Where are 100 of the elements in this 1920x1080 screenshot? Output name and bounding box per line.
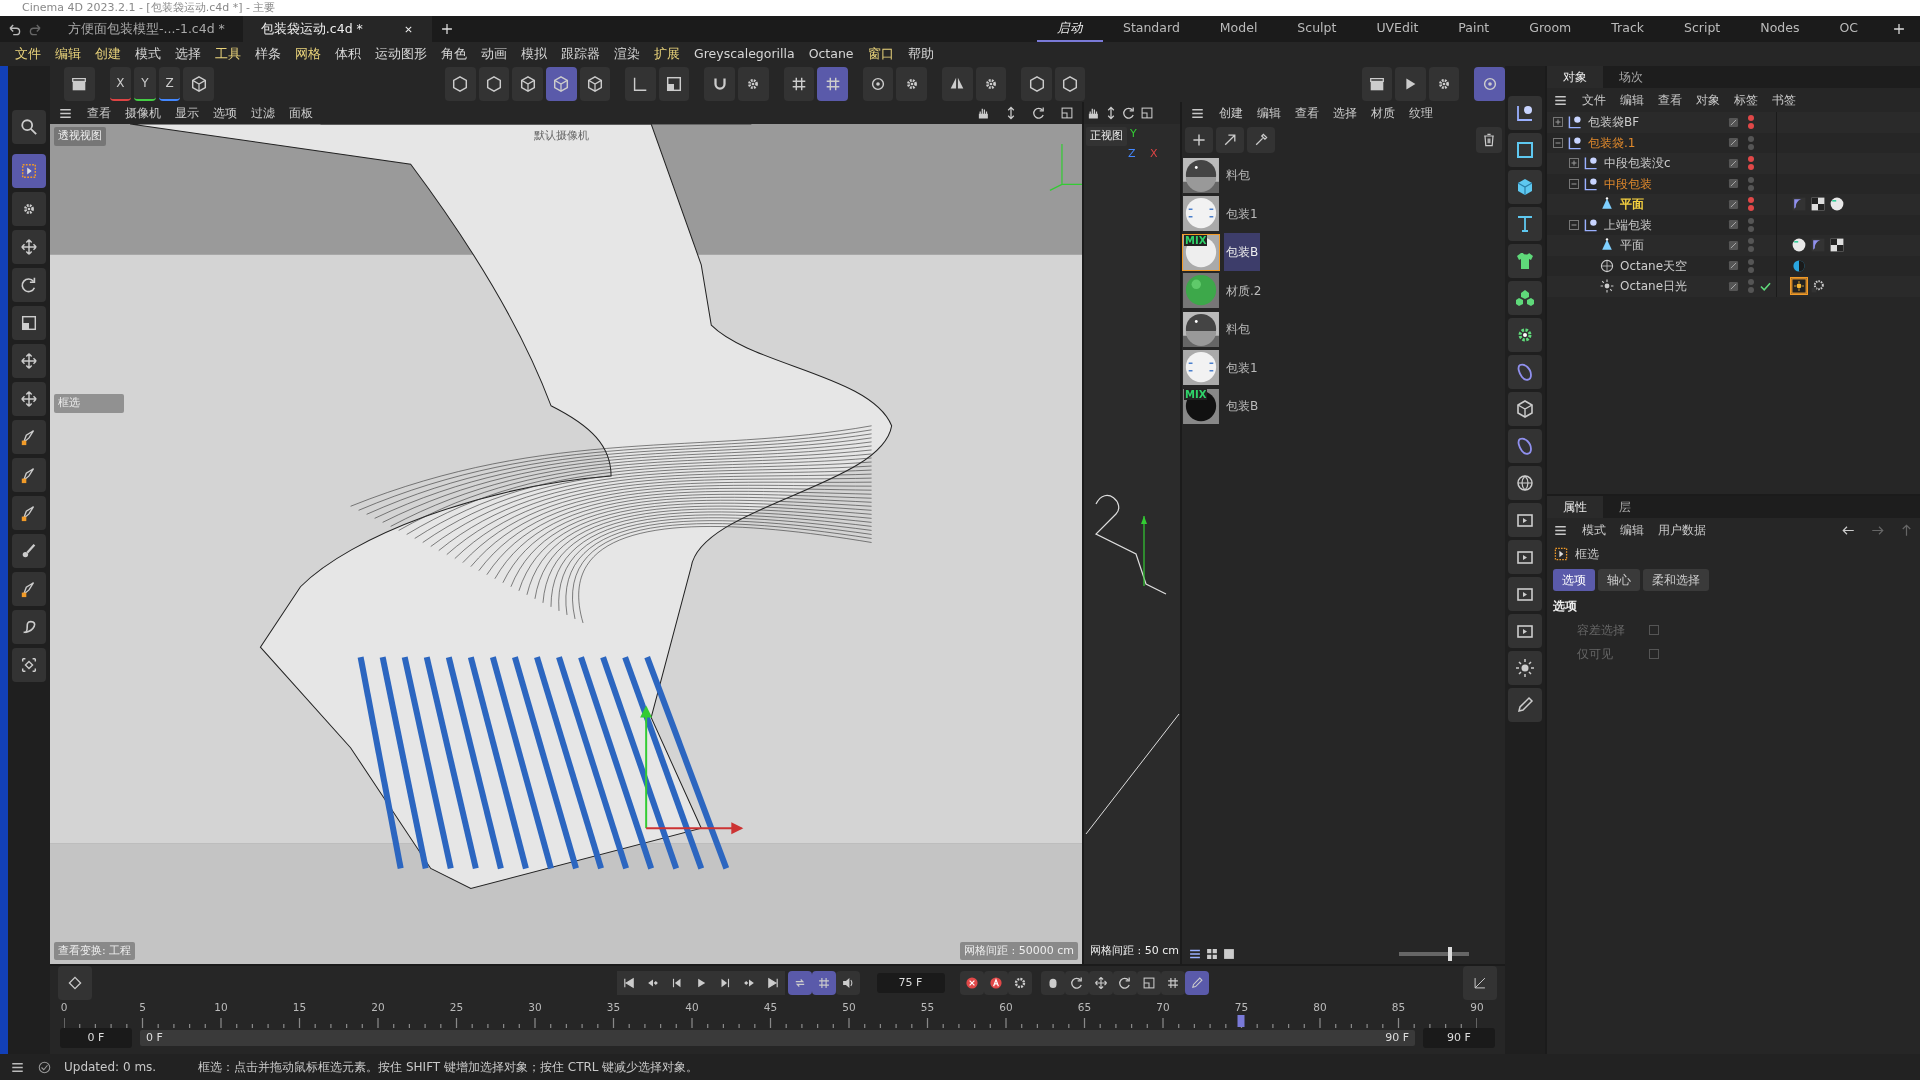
layout-tab[interactable]: OC	[1819, 16, 1878, 42]
material-menu-item[interactable]: 查看	[1295, 104, 1319, 122]
menu-item[interactable]: 渲染	[607, 44, 647, 64]
tool-label: 框选	[54, 394, 124, 413]
attributes-tab[interactable]: 柔和选择	[1643, 569, 1709, 591]
object-menu-item[interactable]: 文件	[1582, 91, 1606, 109]
viewport-menu-item[interactable]: 查看	[87, 104, 111, 122]
object-name[interactable]: 平面	[1620, 195, 1644, 214]
layout-tab[interactable]: Standard	[1102, 16, 1200, 42]
material-name[interactable]: 料包	[1224, 156, 1252, 195]
layout-tab[interactable]: Nodes	[1740, 16, 1820, 42]
current-frame-field[interactable]: 75 F	[876, 972, 945, 994]
attributes-menu-item[interactable]: 模式	[1582, 521, 1606, 539]
material-name[interactable]: 材质.2	[1224, 271, 1264, 310]
material-name[interactable]: 料包	[1224, 310, 1252, 349]
frame-number: 80	[1313, 1000, 1327, 1015]
axis-lock-button[interactable]: X	[109, 67, 132, 101]
layout-tab[interactable]: Script	[1664, 16, 1741, 42]
layout-tab[interactable]: Sculpt	[1277, 16, 1357, 42]
layout-tab[interactable]: Paint	[1438, 16, 1510, 42]
material-menu-item[interactable]: 创建	[1219, 104, 1243, 122]
menu-item[interactable]: Greyscalegorilla	[687, 44, 802, 64]
object-name[interactable]: 包装袋.1	[1588, 133, 1636, 152]
menu-item[interactable]: 窗口	[860, 44, 901, 64]
material-menu-item[interactable]: 选择	[1333, 104, 1357, 122]
menu-item[interactable]: 动画	[474, 44, 514, 64]
start-frame-field[interactable]: 0 F	[60, 1027, 132, 1049]
object-menu-item[interactable]: 标签	[1734, 91, 1758, 109]
section-heading: 选项	[1552, 598, 1578, 615]
material-name[interactable]: 包装B	[1224, 233, 1261, 272]
layout-tab[interactable]: Track	[1591, 16, 1664, 42]
material-name[interactable]: 包装B	[1224, 387, 1261, 426]
menu-item[interactable]: 扩展	[647, 44, 687, 64]
object-name[interactable]: 平面	[1620, 236, 1644, 255]
material-menu-item[interactable]: 编辑	[1257, 104, 1281, 122]
viewport-menu-item[interactable]: 选项	[213, 104, 237, 122]
layout-tab[interactable]: Groom	[1509, 16, 1592, 42]
option-label: 容差选择	[1577, 622, 1626, 639]
frame-range-bar[interactable]: 0 F 90 F	[140, 1029, 1415, 1047]
menu-item[interactable]: 样条	[248, 44, 288, 64]
layout-tab[interactable]: UVEdit	[1356, 16, 1439, 42]
object-menu-item[interactable]: 查看	[1658, 91, 1682, 109]
viewport-menu-item[interactable]: 面板	[289, 104, 313, 122]
attributes-menu-item[interactable]: 编辑	[1620, 521, 1644, 539]
axis-label: Z	[1128, 146, 1136, 162]
menu-item[interactable]: 体积	[328, 44, 368, 64]
document-tab[interactable]: 方便面包装模型-...-1.c4d *	[50, 16, 243, 42]
menu-item[interactable]: 模拟	[514, 44, 554, 64]
menu-item[interactable]: 模式	[128, 44, 168, 64]
viewport-menu-item[interactable]: 显示	[175, 104, 199, 122]
layout-tab[interactable]: Model	[1199, 16, 1278, 42]
panel-tab[interactable]: 属性	[1547, 496, 1603, 518]
document-tab[interactable]: 包装袋运动.c4d *	[242, 16, 432, 42]
attributes-tab[interactable]: 选项	[1553, 569, 1595, 591]
menu-item[interactable]: 选择	[168, 44, 208, 64]
material-menu-item[interactable]: 纹理	[1409, 104, 1433, 122]
material-thumbnail[interactable]: MIX	[1182, 233, 1220, 271]
viewport-menu-item[interactable]: 摄像机	[125, 104, 161, 122]
material-name[interactable]: 包装1	[1224, 194, 1260, 233]
axis-lock-button[interactable]: Y	[134, 67, 156, 101]
panel-tab[interactable]: 对象	[1547, 66, 1603, 88]
mix-label: MIX	[1184, 388, 1208, 400]
status-hint: 框选：点击并拖动鼠标框选元素。按住 SHIFT 键增加选择对象；按住 CTRL 键减少选择对象。	[198, 1059, 699, 1076]
menu-item[interactable]: 帮助	[900, 44, 941, 64]
material-thumbnail[interactable]: MIX	[1182, 387, 1220, 425]
material-name[interactable]: 包装1	[1224, 348, 1260, 387]
object-menu-item[interactable]: 书签	[1772, 91, 1796, 109]
panel-tab[interactable]: 层	[1603, 496, 1647, 518]
axis-lock-button[interactable]: Z	[158, 67, 181, 101]
object-name[interactable]: 中段包装没c	[1604, 154, 1671, 173]
object-name[interactable]: Octane天空	[1620, 256, 1688, 275]
menu-item[interactable]: 网格	[288, 44, 328, 64]
object-name[interactable]: 上端包装	[1604, 215, 1652, 234]
menu-item[interactable]: 运动图形	[368, 44, 434, 64]
object-name[interactable]: 包装袋BF	[1588, 113, 1640, 132]
attributes-menu-item[interactable]: 用户数据	[1658, 521, 1706, 539]
viewport-menu-item[interactable]: 过滤	[251, 104, 275, 122]
frame-number: 65	[1077, 1000, 1092, 1015]
end-frame-field[interactable]: 90 F	[1423, 1027, 1495, 1049]
object-menu-item[interactable]: 编辑	[1620, 91, 1644, 109]
menu-item[interactable]: Octane	[801, 44, 861, 64]
menu-item[interactable]: 编辑	[48, 44, 88, 64]
material-menu-item[interactable]: 材质	[1371, 104, 1395, 122]
menu-item[interactable]: 跟踪器	[554, 44, 607, 64]
object-name[interactable]: 中段包装	[1604, 174, 1652, 193]
attributes-tab[interactable]: 轴心	[1598, 569, 1640, 591]
panel-tab[interactable]: 场次	[1603, 66, 1659, 88]
menu-item[interactable]: 创建	[88, 44, 128, 64]
object-menu-item[interactable]: 对象	[1696, 91, 1720, 109]
menu-item[interactable]: 角色	[434, 44, 474, 64]
frame-number: 60	[999, 1000, 1013, 1015]
range-start-label: 0 F	[146, 1029, 163, 1046]
mix-label: MIX	[1184, 234, 1208, 246]
menu-item[interactable]: 工具	[208, 44, 248, 64]
menu-item[interactable]: 文件	[8, 44, 48, 64]
camera-label: 默认摄像机	[533, 128, 590, 144]
tool-title: 框选	[1575, 546, 1599, 563]
frame-number: 5	[139, 1000, 146, 1015]
frame-number: 85	[1391, 1000, 1406, 1015]
object-name[interactable]: Octane日光	[1620, 277, 1688, 296]
